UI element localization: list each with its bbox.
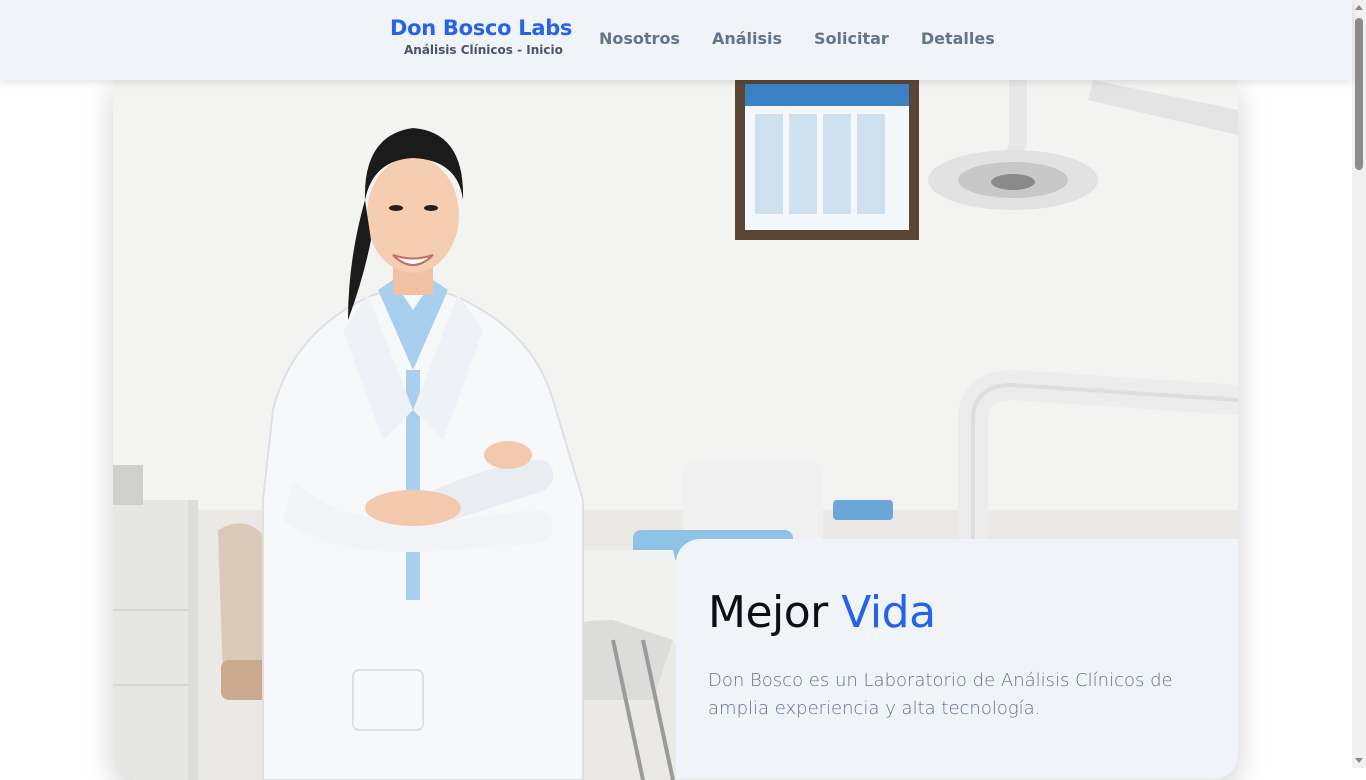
nav-link-nosotros[interactable]: Nosotros	[599, 29, 680, 48]
main-nav: Nosotros Análisis Solicitar Detalles	[599, 29, 1027, 48]
brand-subtitle: Análisis Clínicos - Inicio	[404, 43, 563, 57]
nav-link-analisis[interactable]: Análisis	[712, 29, 782, 48]
nav-link-solicitar[interactable]: Solicitar	[814, 29, 889, 48]
hero-heading: Mejor Vida	[708, 587, 936, 638]
page-scrollbar[interactable]	[1352, 0, 1366, 768]
hero-heading-accent: Vida	[841, 587, 936, 638]
scrollbar-thumb[interactable]	[1355, 18, 1363, 170]
hero-heading-main: Mejor	[708, 587, 828, 638]
hero-description: Don Bosco es un Laboratorio de Análisis …	[708, 670, 1173, 719]
brand-logo-link[interactable]: Don Bosco Labs Análisis Clínicos - Inici…	[390, 16, 573, 57]
brand-title: Don Bosco Labs	[390, 16, 573, 40]
scroll-down-icon[interactable]	[1355, 758, 1363, 763]
hero-section: Mejor Vida Don Bosco es un Laboratorio d…	[113, 80, 1238, 780]
scroll-up-icon[interactable]	[1355, 5, 1363, 10]
top-navbar: Don Bosco Labs Análisis Clínicos - Inici…	[0, 0, 1352, 80]
hero-info-card: Mejor Vida Don Bosco es un Laboratorio d…	[676, 539, 1238, 779]
nav-link-detalles[interactable]: Detalles	[921, 29, 995, 48]
